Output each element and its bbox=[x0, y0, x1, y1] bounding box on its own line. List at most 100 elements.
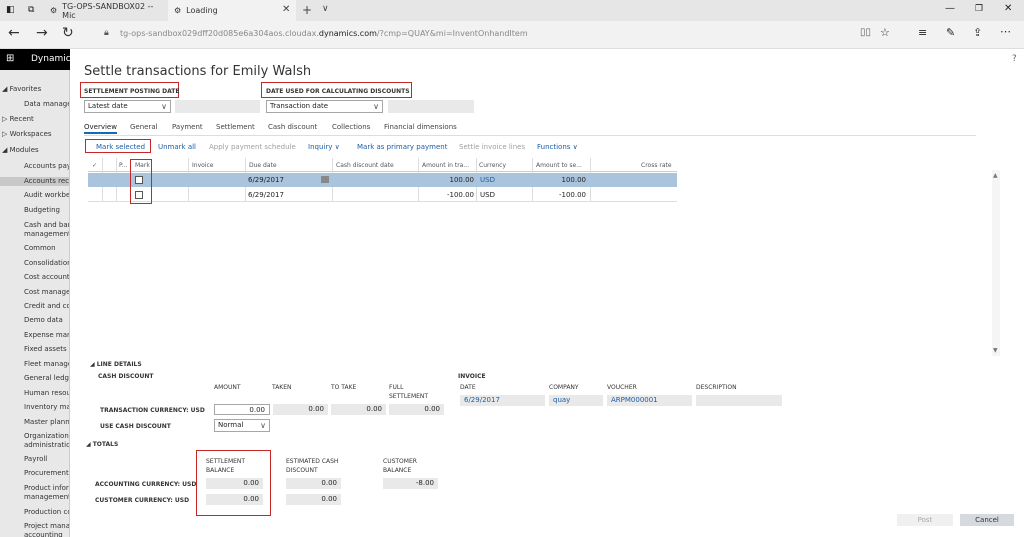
posting-date-select[interactable]: Latest date ∨ bbox=[84, 100, 171, 113]
sidebar-item[interactable]: Organization bbox=[0, 432, 69, 441]
url-field[interactable]: tg-ops-sandbox029dff20d085e6a304aos.clou… bbox=[120, 29, 528, 38]
scroll-down-icon[interactable]: ▼ bbox=[993, 347, 998, 354]
cancel-button[interactable]: Cancel bbox=[960, 514, 1014, 526]
header-cross-rate[interactable]: Cross rate bbox=[641, 162, 672, 169]
sidebar-item[interactable]: Inventory man bbox=[0, 403, 69, 412]
sidebar-item[interactable]: Human resour bbox=[0, 389, 69, 398]
sidebar-item[interactable]: ▷ Recent bbox=[0, 115, 69, 124]
sidebar-item[interactable]: Expense manag bbox=[0, 331, 69, 340]
more-icon[interactable]: ⋯ bbox=[1000, 25, 1011, 38]
sidebar-item[interactable]: Accounts paya bbox=[0, 162, 69, 171]
tab-actions-icon[interactable]: ◧ bbox=[6, 5, 15, 15]
sidebar-item[interactable]: Production co bbox=[0, 508, 69, 517]
totals-header[interactable]: ◢ TOTALS bbox=[86, 441, 118, 448]
invoice-date-field[interactable]: 6/29/2017 bbox=[460, 395, 545, 406]
invoice-company-field[interactable]: quay bbox=[549, 395, 603, 406]
header-cash-discount-date[interactable]: Cash discount date bbox=[336, 162, 394, 169]
tab-list-chevron-icon[interactable]: ∨ bbox=[322, 4, 329, 14]
sidebar-item[interactable]: Accounts rece bbox=[0, 177, 69, 186]
sidebar-item[interactable]: Cost managem bbox=[0, 288, 69, 297]
amount-to-settle-cell[interactable]: -100.00 bbox=[532, 191, 586, 199]
sidebar-item[interactable]: Data manager bbox=[0, 100, 69, 109]
discount-date-select[interactable]: Transaction date ∨ bbox=[266, 100, 383, 113]
select-all-checkbox[interactable]: ✓ bbox=[92, 162, 97, 169]
sidebar-item[interactable]: accounting bbox=[0, 531, 69, 537]
sidebar-item[interactable]: ◢ Favorites bbox=[0, 85, 69, 94]
sidebar-item[interactable]: Cash and bank bbox=[0, 221, 69, 230]
header-due-date[interactable]: Due date bbox=[249, 162, 277, 169]
header-amount[interactable]: Amount in tra... bbox=[422, 162, 469, 169]
app-launcher-icon[interactable]: ⊞ bbox=[6, 53, 14, 64]
header-p[interactable]: P... bbox=[119, 162, 127, 169]
share-icon[interactable]: ⇪ bbox=[973, 26, 982, 39]
tab-overview[interactable]: Overview bbox=[84, 123, 117, 134]
sidebar-item[interactable]: Payroll bbox=[0, 455, 69, 464]
reading-view-icon[interactable]: ▯▯ bbox=[860, 27, 871, 38]
sidebar-item[interactable]: Fleet managem bbox=[0, 360, 69, 369]
functions-menu[interactable]: Functions ∨ bbox=[537, 143, 578, 151]
table-row[interactable]: 6/29/2017 -100.00 USD -100.00 bbox=[88, 188, 677, 202]
tab-settlement[interactable]: Settlement bbox=[216, 123, 255, 131]
scroll-up-icon[interactable]: ▲ bbox=[993, 172, 998, 179]
sidebar-item[interactable]: Common bbox=[0, 244, 69, 253]
minimize-icon[interactable]: — bbox=[945, 3, 955, 14]
calendar-icon[interactable] bbox=[321, 176, 329, 183]
sidebar-item[interactable]: Project manag bbox=[0, 522, 69, 531]
sidebar-item[interactable]: Cost accounti bbox=[0, 273, 69, 282]
sidebar-item[interactable]: Consolidations bbox=[0, 259, 69, 268]
sidebar-item[interactable]: Credit and coll bbox=[0, 302, 69, 311]
cash-discount-amount-field[interactable]: 0.00 bbox=[214, 404, 270, 415]
sidebar-item[interactable]: management bbox=[0, 230, 69, 239]
sidebar-item[interactable]: ▷ Workspaces bbox=[0, 130, 69, 139]
tab-sandbox[interactable]: ⚙ TG-OPS-SANDBOX02 -- Mic bbox=[44, 0, 168, 21]
tab-general[interactable]: General bbox=[130, 123, 158, 131]
header-amount-to-settle[interactable]: Amount to se... bbox=[536, 162, 582, 169]
discount-date-extra-field[interactable] bbox=[388, 100, 474, 113]
sidebar-item[interactable]: administration bbox=[0, 441, 69, 450]
mark-selected-button[interactable]: Mark selected bbox=[96, 143, 145, 151]
refresh-icon[interactable]: ↻ bbox=[62, 25, 74, 41]
tab-collections[interactable]: Collections bbox=[332, 123, 370, 131]
sidebar-item[interactable]: Audit workben bbox=[0, 191, 69, 200]
grid-scrollbar[interactable] bbox=[992, 170, 1000, 356]
forward-icon[interactable]: → bbox=[36, 25, 48, 41]
use-cash-discount-select[interactable]: Normal ∨ bbox=[214, 419, 270, 432]
tab-payment[interactable]: Payment bbox=[172, 123, 203, 131]
sidebar-item[interactable]: ◢ Modules bbox=[0, 146, 69, 155]
amount-to-settle-cell[interactable]: 100.00 bbox=[532, 176, 587, 184]
restore-icon[interactable]: ❐ bbox=[975, 4, 983, 14]
post-button[interactable]: Post bbox=[897, 514, 953, 526]
sidebar-item[interactable]: Demo data bbox=[0, 316, 69, 325]
unmark-all-button[interactable]: Unmark all bbox=[158, 143, 196, 151]
close-window-icon[interactable]: ✕ bbox=[1004, 3, 1012, 14]
sidebar-item[interactable]: Product inform bbox=[0, 484, 69, 493]
inquiry-menu[interactable]: Inquiry ∨ bbox=[308, 143, 340, 151]
table-row[interactable]: 6/29/2017 100.00 USD 100.00 bbox=[88, 173, 677, 187]
sidebar-item[interactable]: Budgeting bbox=[0, 206, 69, 215]
invoice-voucher-field[interactable]: ARPM000001 bbox=[607, 395, 692, 406]
tab-loading[interactable]: ⚙ Loading ✕ bbox=[168, 0, 296, 21]
currency-cell[interactable]: USD bbox=[480, 176, 495, 184]
new-tab-icon[interactable]: + bbox=[302, 3, 312, 17]
apply-payment-schedule-button[interactable]: Apply payment schedule bbox=[209, 143, 296, 151]
close-tab-icon[interactable]: ✕ bbox=[282, 4, 290, 15]
sidebar-item[interactable]: Procurement a bbox=[0, 469, 69, 478]
notes-pen-icon[interactable]: ✎ bbox=[946, 26, 955, 39]
help-icon[interactable]: ? bbox=[1012, 54, 1017, 64]
mark-primary-payment-button[interactable]: Mark as primary payment bbox=[357, 143, 447, 151]
hub-icon[interactable]: ≡ bbox=[918, 26, 927, 39]
posting-date-extra-field[interactable] bbox=[175, 100, 260, 113]
header-invoice[interactable]: Invoice bbox=[192, 162, 213, 169]
header-currency[interactable]: Currency bbox=[479, 162, 506, 169]
favorite-star-icon[interactable]: ☆ bbox=[880, 26, 890, 39]
sidebar-item[interactable]: management bbox=[0, 493, 69, 502]
tab-cash-discount[interactable]: Cash discount bbox=[268, 123, 317, 131]
sidebar-item[interactable]: General ledger bbox=[0, 374, 69, 383]
settle-invoice-lines-button[interactable]: Settle invoice lines bbox=[459, 143, 525, 151]
set-aside-tabs-icon[interactable]: ⧉ bbox=[28, 5, 34, 15]
sidebar-item[interactable]: Master plannin bbox=[0, 418, 69, 427]
tab-financial-dimensions[interactable]: Financial dimensions bbox=[384, 123, 457, 131]
sidebar-item[interactable]: Fixed assets bbox=[0, 345, 69, 354]
line-details-header[interactable]: ◢ LINE DETAILS bbox=[90, 361, 142, 368]
currency-cell[interactable]: USD bbox=[480, 191, 495, 199]
